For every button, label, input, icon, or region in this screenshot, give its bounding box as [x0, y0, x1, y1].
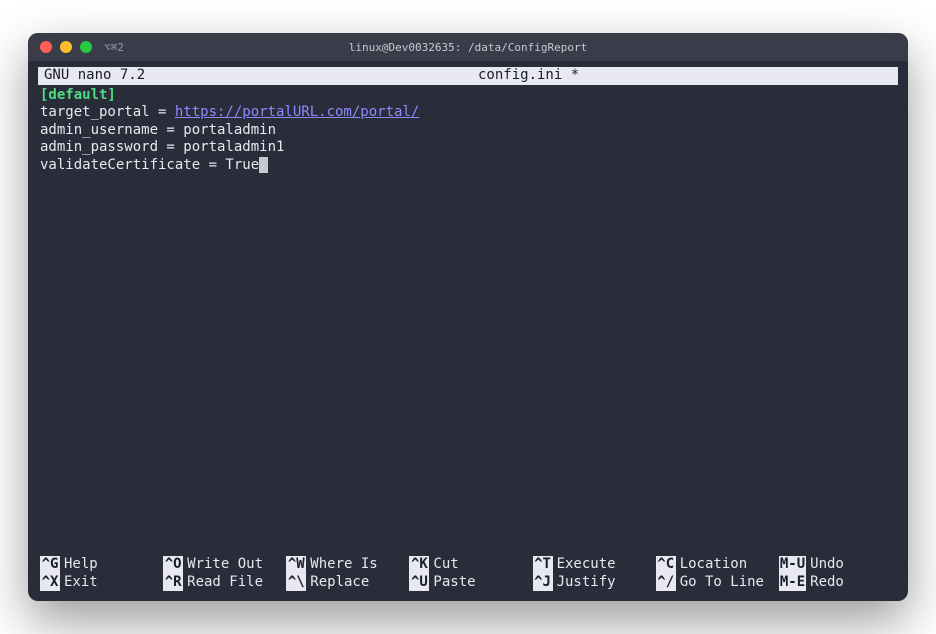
shortcut-readfile[interactable]: ^RRead File [163, 574, 280, 592]
config-line: validateCertificate = True [40, 157, 896, 175]
nano-app-label: GNU nano 7.2 [44, 67, 165, 85]
shortcut-paste[interactable]: ^UPaste [409, 574, 526, 592]
ini-section: [default] [40, 87, 116, 103]
shortcut-gotoline[interactable]: ^/Go To Line [656, 574, 773, 592]
shortcut-location[interactable]: ^CLocation [656, 556, 773, 574]
close-icon[interactable] [40, 41, 52, 53]
shortcut-writeout[interactable]: ^OWrite Out [163, 556, 280, 574]
text-cursor [259, 157, 268, 173]
window-title: linux@Dev0032635: /data/ConfigReport [349, 41, 587, 54]
shortcut-cut[interactable]: ^KCut [409, 556, 526, 574]
nano-header: GNU nano 7.2 config.ini * [38, 67, 898, 85]
shortcut-help[interactable]: ^GHelp [40, 556, 157, 574]
terminal-body[interactable]: GNU nano 7.2 config.ini * [default] targ… [28, 61, 908, 601]
shortcut-undo[interactable]: M-UUndo [779, 556, 896, 574]
minimize-icon[interactable] [60, 41, 72, 53]
shortcut-redo[interactable]: M-ERedo [779, 574, 896, 592]
shortcut-execute[interactable]: ^TExecute [533, 556, 650, 574]
config-line: admin_username = portaladmin [40, 122, 896, 140]
url-value: https://portalURL.com/portal/ [175, 104, 419, 120]
shortcut-whereis[interactable]: ^WWhere Is [286, 556, 403, 574]
shortcut-justify[interactable]: ^JJustify [533, 574, 650, 592]
config-line: admin_password = portaladmin1 [40, 139, 896, 157]
shortcut-exit[interactable]: ^XExit [40, 574, 157, 592]
editor-content[interactable]: [default] target_portal = https://portal… [38, 87, 898, 557]
nano-shortcuts: ^GHelp ^OWrite Out ^WWhere Is ^KCut ^TEx… [38, 556, 898, 591]
titlebar: ⌥⌘2 linux@Dev0032635: /data/ConfigReport [28, 33, 908, 61]
tab-label: ⌥⌘2 [104, 41, 124, 54]
config-line: target_portal = https://portalURL.com/po… [40, 104, 896, 122]
maximize-icon[interactable] [80, 41, 92, 53]
shortcut-replace[interactable]: ^\Replace [286, 574, 403, 592]
terminal-window: ⌥⌘2 linux@Dev0032635: /data/ConfigReport… [28, 33, 908, 601]
nano-file-label: config.ini * [165, 67, 892, 85]
traffic-lights [40, 41, 92, 53]
